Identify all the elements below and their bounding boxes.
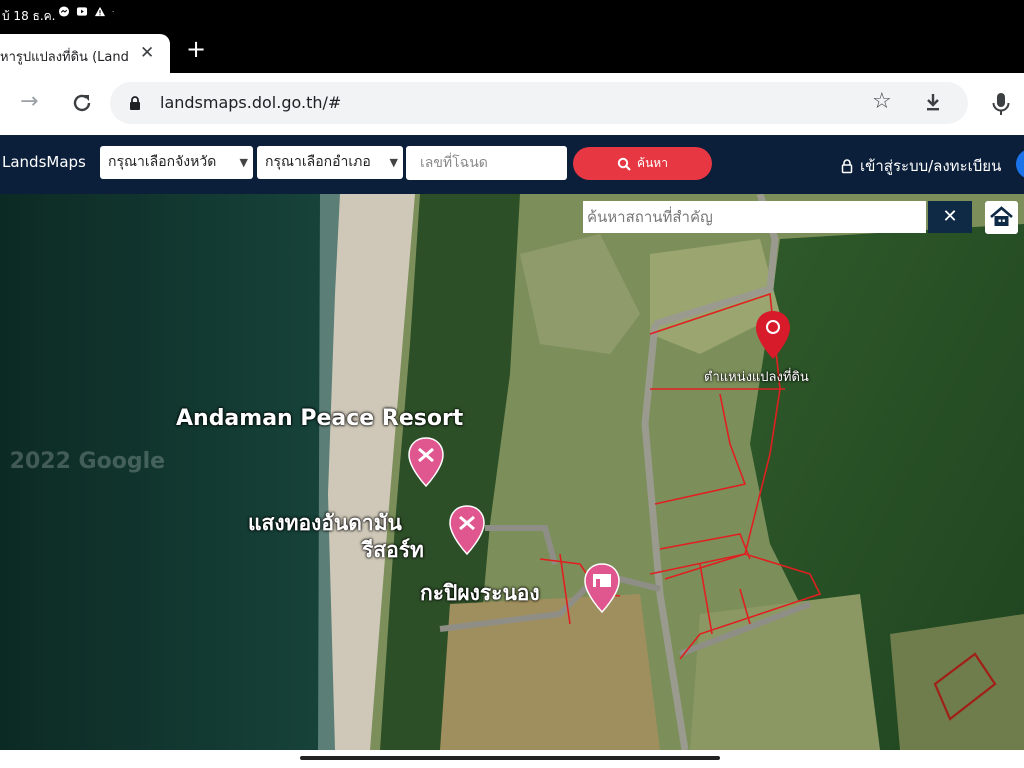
- chevron-down-icon: ▼: [389, 156, 398, 169]
- chevron-down-icon: ▼: [239, 156, 248, 169]
- search-icon: [617, 157, 631, 171]
- store-pin-icon[interactable]: [582, 562, 622, 614]
- bottom-gesture-bar: [0, 750, 1024, 768]
- home-icon: [990, 206, 1013, 226]
- reload-icon[interactable]: [70, 91, 94, 115]
- district-select[interactable]: กรุณาเลือกอำเภอ ▼: [257, 146, 403, 179]
- forward-arrow-icon[interactable]: →: [20, 89, 38, 114]
- bookmark-star-icon[interactable]: ☆: [872, 89, 892, 114]
- youtube-icon: [76, 7, 88, 16]
- user-avatar[interactable]: [1016, 149, 1024, 179]
- deed-number-input[interactable]: เลขที่โฉนด: [406, 146, 567, 180]
- browser-tab[interactable]: หารูปแปลงที่ดิน (Land ✕: [0, 34, 170, 73]
- search-button[interactable]: ค้นหา: [573, 147, 712, 180]
- place-search-placeholder: ค้นหาสถานที่สำคัญ: [587, 208, 713, 226]
- lock-icon: [841, 159, 853, 174]
- parcel-location-pin-icon[interactable]: [754, 309, 792, 361]
- url-text[interactable]: landsmaps.dol.go.th/#: [160, 93, 341, 112]
- resort-label-th-2: รีสอร์ท: [362, 538, 424, 562]
- status-icons: [58, 6, 118, 17]
- warning-icon: [94, 6, 106, 17]
- browser-tab-strip: หารูปแปลงที่ดิน (Land ✕ +: [0, 32, 1024, 73]
- lock-icon: [130, 96, 140, 110]
- landsmaps-navbar: LandsMaps กรุณาเลือกจังหวัด ▼ กรุณาเลือก…: [0, 135, 1024, 194]
- place-search-input[interactable]: ค้นหาสถานที่สำคัญ: [583, 201, 926, 233]
- watermark-label: © 2022 Google: [0, 449, 166, 474]
- new-tab-button[interactable]: +: [186, 35, 206, 63]
- dot-icon: [112, 11, 114, 12]
- satellite-map[interactable]: ค้นหาสถานที่สำคัญ ✕ © 2022 Google Andama…: [0, 194, 1024, 750]
- messenger-icon: [58, 6, 70, 17]
- deed-number-placeholder: เลขที่โฉนด: [420, 155, 488, 171]
- system-status-bar: บ้ 18 ธ.ค.: [0, 0, 1024, 32]
- resort-th-pin-icon[interactable]: [447, 504, 487, 556]
- resort-label-en: Andaman Peace Resort: [176, 406, 464, 431]
- app-logo-text[interactable]: LandsMaps: [2, 153, 86, 171]
- close-tab-icon[interactable]: ✕: [140, 43, 154, 63]
- tab-title: หารูปแปลงที่ดิน (Land: [0, 50, 129, 65]
- district-select-value: กรุณาเลือกอำเภอ: [265, 154, 371, 170]
- address-bar[interactable]: landsmaps.dol.go.th/# ☆: [110, 82, 968, 124]
- parcel-location-label: ตำแหน่งแปลงที่ดิน: [704, 370, 809, 385]
- province-select[interactable]: กรุณาเลือกจังหวัด ▼: [100, 146, 253, 179]
- status-time: บ้ 18 ธ.ค.: [2, 9, 56, 23]
- home-button[interactable]: [985, 201, 1018, 234]
- gesture-handle[interactable]: [300, 756, 720, 760]
- search-button-label: ค้นหา: [637, 156, 668, 170]
- province-select-value: กรุณาเลือกจังหวัด: [108, 154, 217, 170]
- download-icon[interactable]: [922, 91, 944, 113]
- microphone-icon[interactable]: [990, 91, 1012, 117]
- browser-toolbar: → landsmaps.dol.go.th/# ☆: [0, 73, 1024, 135]
- resort-pin-icon[interactable]: [406, 436, 446, 488]
- local-place-label: กะปิผงระนอง: [420, 581, 540, 605]
- login-register-link[interactable]: เข้าสู่ระบบ/ลงทะเบียน: [840, 154, 1001, 178]
- clear-search-button[interactable]: ✕: [928, 201, 972, 233]
- login-label: เข้าสู่ระบบ/ลงทะเบียน: [860, 157, 1002, 175]
